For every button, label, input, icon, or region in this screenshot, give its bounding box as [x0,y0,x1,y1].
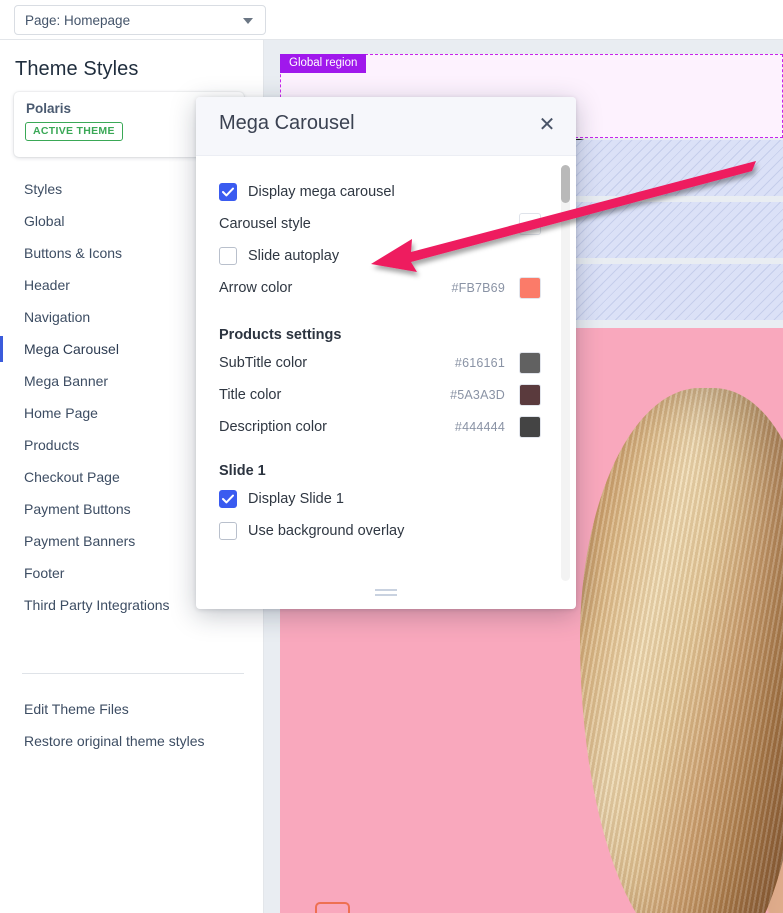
modal-scrollbar[interactable] [561,165,570,581]
arrow-color-label: Arrow color [219,280,293,296]
sidebar-item-label: Home Page [24,405,98,421]
title-color-value: #5A3A3D [450,388,505,402]
carousel-prev-button[interactable] [315,902,350,913]
subtitle-color-value: #616161 [454,356,505,370]
chevron-down-icon [243,18,253,24]
modal-scrollbar-thumb[interactable] [561,165,570,203]
sidebar-item-label: Styles [24,181,63,197]
display-mega-carousel-label: Display mega carousel [248,184,395,200]
slide-autoplay-row[interactable]: Slide autoplay [219,242,551,270]
sidebar-item-label: Payment Buttons [24,501,131,517]
description-color-row[interactable]: Description color #444444 [219,413,551,441]
sidebar-footer-links: Edit Theme Files Restore original theme … [0,693,264,757]
subtitle-color-row[interactable]: SubTitle color #616161 [219,349,551,377]
slide-1-heading: Slide 1 [219,463,266,479]
page-select-value: Page: Homepage [25,12,131,28]
use-background-overlay-checkbox[interactable] [219,522,237,540]
display-mega-carousel-checkbox[interactable] [219,183,237,201]
display-slide-1-checkbox[interactable] [219,490,237,508]
sidebar-item-label: Third Party Integrations [24,597,170,613]
use-background-overlay-row[interactable]: Use background overlay [219,517,551,545]
display-slide-1-label: Display Slide 1 [248,491,344,507]
description-color-value: #444444 [454,420,505,434]
top-bar: Page: Homepage [0,0,783,40]
resize-bar [375,594,397,596]
mega-carousel-settings-dialog[interactable]: Mega Carousel ✕ Display mega carousel Ca… [196,97,576,609]
dialog-title: Mega Carousel [219,112,355,134]
title-color-row[interactable]: Title color #5A3A3D [219,381,551,409]
slide-autoplay-label: Slide autoplay [248,248,340,264]
global-region-badge: Global region [280,54,367,73]
sidebar-item-label: Navigation [24,309,91,325]
resize-bar [375,589,397,591]
carousel-style-select[interactable] [519,213,541,235]
description-color-swatch[interactable] [519,416,541,438]
sidebar-item-label: Payment Banners [24,533,136,549]
description-color-label: Description color [219,419,327,435]
display-mega-carousel-row[interactable]: Display mega carousel [219,178,551,206]
display-slide-1-row[interactable]: Display Slide 1 [219,485,551,513]
status-badge: ACTIVE THEME [25,122,123,141]
edit-theme-files-link[interactable]: Edit Theme Files [0,693,264,725]
sidebar-item-label: Header [24,277,70,293]
subtitle-color-swatch[interactable] [519,352,541,374]
carousel-style-label: Carousel style [219,216,311,232]
modal-resize-handle[interactable] [375,589,397,598]
sidebar-item-label: Footer [24,565,65,581]
link-label: Edit Theme Files [24,701,129,717]
use-background-overlay-label: Use background overlay [248,523,405,539]
page-title: Theme Styles [15,58,139,80]
sidebar-item-label: Global [24,213,65,229]
link-label: Restore original theme styles [24,733,205,749]
sidebar-item-label: Checkout Page [24,469,120,485]
close-icon[interactable]: ✕ [534,112,560,138]
check-icon [222,187,234,197]
subtitle-color-label: SubTitle color [219,355,308,371]
products-settings-heading: Products settings [219,327,342,343]
slide-autoplay-checkbox[interactable] [219,247,237,265]
app-root: Page: Homepage Theme Styles Polaris ACTI… [0,0,783,913]
page-select[interactable]: Page: Homepage [14,5,266,35]
sidebar-divider [22,673,244,674]
restore-theme-styles-link[interactable]: Restore original theme styles [0,725,264,757]
arrow-color-value: #FB7B69 [451,281,505,295]
theme-name: Polaris [26,101,72,116]
arrow-color-row[interactable]: Arrow color #FB7B69 [219,274,551,302]
model-hair [580,388,783,913]
sidebar-item-label: Buttons & Icons [24,245,123,261]
carousel-style-row[interactable]: Carousel style [219,210,551,238]
sidebar-item-label: Mega Carousel [24,341,119,357]
check-icon [222,494,234,504]
sidebar-item-label: Products [24,437,80,453]
dialog-body: Display mega carousel Carousel style Sli… [196,156,576,588]
arrow-color-swatch[interactable] [519,277,541,299]
dialog-header: Mega Carousel ✕ [196,97,576,156]
title-color-label: Title color [219,387,282,403]
sidebar-item-label: Mega Banner [24,373,109,389]
title-color-swatch[interactable] [519,384,541,406]
